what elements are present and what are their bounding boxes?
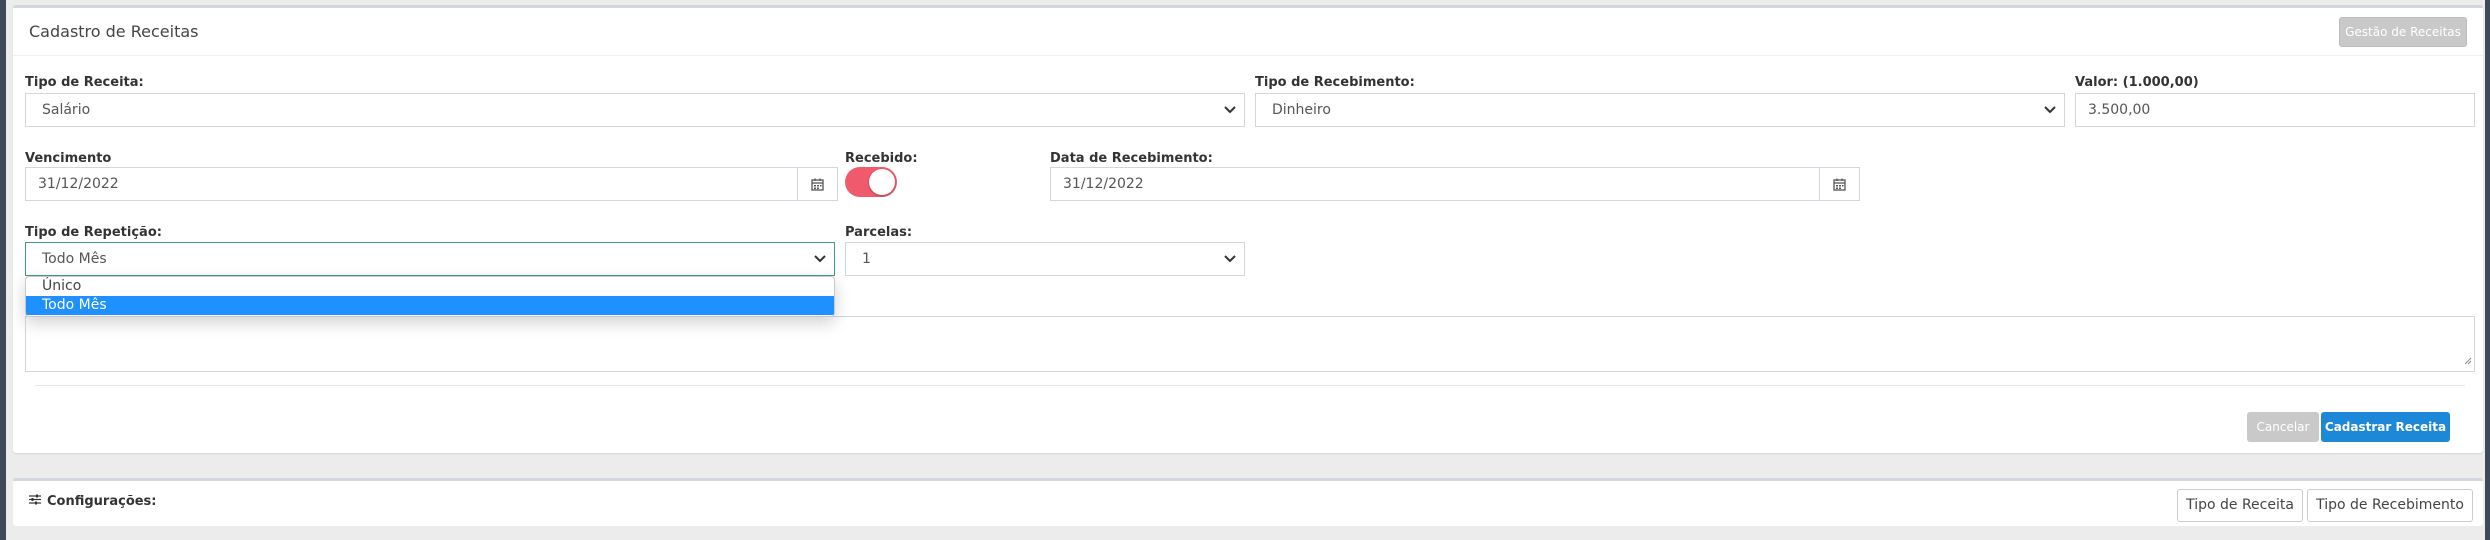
tipo-receita-config-button[interactable]: Tipo de Receita xyxy=(2177,489,2303,522)
calendar-icon[interactable] xyxy=(1819,168,1859,200)
chevron-down-icon xyxy=(1224,243,1236,275)
cadastrar-receita-button[interactable]: Cadastrar Receita xyxy=(2321,412,2450,442)
panel-header: Cadastro de Receitas Gestão de Receitas xyxy=(13,8,2483,56)
form-divider xyxy=(35,385,2465,386)
panel-title: Cadastro de Receitas xyxy=(29,22,199,41)
tipo-repeticao-label: Tipo de Repetição: xyxy=(25,225,162,240)
recebido-label: Recebido: xyxy=(845,151,918,166)
calendar-icon[interactable] xyxy=(797,168,837,200)
configuracoes-panel: Configurações: Tipo de Receita Tipo de R… xyxy=(13,478,2483,526)
data-recebimento-date-input[interactable]: 31/12/2022 xyxy=(1050,167,1860,201)
observacao-textarea[interactable] xyxy=(25,316,2475,372)
tipo-recebimento-label: Tipo de Recebimento: xyxy=(1255,75,1415,90)
option-unico[interactable]: Único xyxy=(26,277,834,296)
chevron-down-icon xyxy=(1224,94,1236,126)
data-recebimento-label: Data de Recebimento: xyxy=(1050,151,1213,166)
data-recebimento-value: 31/12/2022 xyxy=(1063,176,1144,192)
valor-label: Valor: (1.000,00) xyxy=(2075,75,2199,90)
toggle-knob xyxy=(869,169,895,195)
parcelas-select[interactable]: 1 xyxy=(845,242,1245,276)
manage-receitas-button[interactable]: Gestão de Receitas xyxy=(2339,17,2467,47)
cancel-button[interactable]: Cancelar xyxy=(2247,412,2319,442)
chevron-down-icon xyxy=(2044,94,2056,126)
valor-input[interactable]: 3.500,00 xyxy=(2075,93,2475,127)
tipo-repeticao-select[interactable]: Todo Mês xyxy=(25,242,835,276)
left-edge xyxy=(0,0,6,540)
configuracoes-title: Configurações: xyxy=(47,494,157,509)
valor-value: 3.500,00 xyxy=(2088,102,2151,118)
parcelas-value: 1 xyxy=(862,251,871,267)
tipo-recebimento-config-button[interactable]: Tipo de Recebimento xyxy=(2307,489,2473,522)
chevron-down-icon xyxy=(814,243,826,275)
tipo-receita-label: Tipo de Receita: xyxy=(25,75,144,90)
right-scrollbar[interactable] xyxy=(2485,0,2490,540)
recebido-toggle[interactable] xyxy=(845,167,897,197)
tipo-receita-select[interactable]: Salário xyxy=(25,93,1245,127)
parcelas-label: Parcelas: xyxy=(845,225,913,240)
sliders-icon xyxy=(29,494,41,509)
vencimento-value: 31/12/2022 xyxy=(38,176,119,192)
option-todo-mes[interactable]: Todo Mês xyxy=(26,296,834,315)
tipo-recebimento-value: Dinheiro xyxy=(1272,102,1331,118)
configuracoes-header: Configurações: xyxy=(29,494,157,509)
vencimento-label: Vencimento xyxy=(25,151,112,166)
resize-grip-icon[interactable] xyxy=(2464,350,2472,369)
tipo-repeticao-value: Todo Mês xyxy=(42,251,107,267)
tipo-recebimento-select[interactable]: Dinheiro xyxy=(1255,93,2065,127)
tipo-repeticao-options: Único Todo Mês xyxy=(25,276,835,317)
vencimento-date-input[interactable]: 31/12/2022 xyxy=(25,167,838,201)
tipo-receita-value: Salário xyxy=(42,102,91,118)
